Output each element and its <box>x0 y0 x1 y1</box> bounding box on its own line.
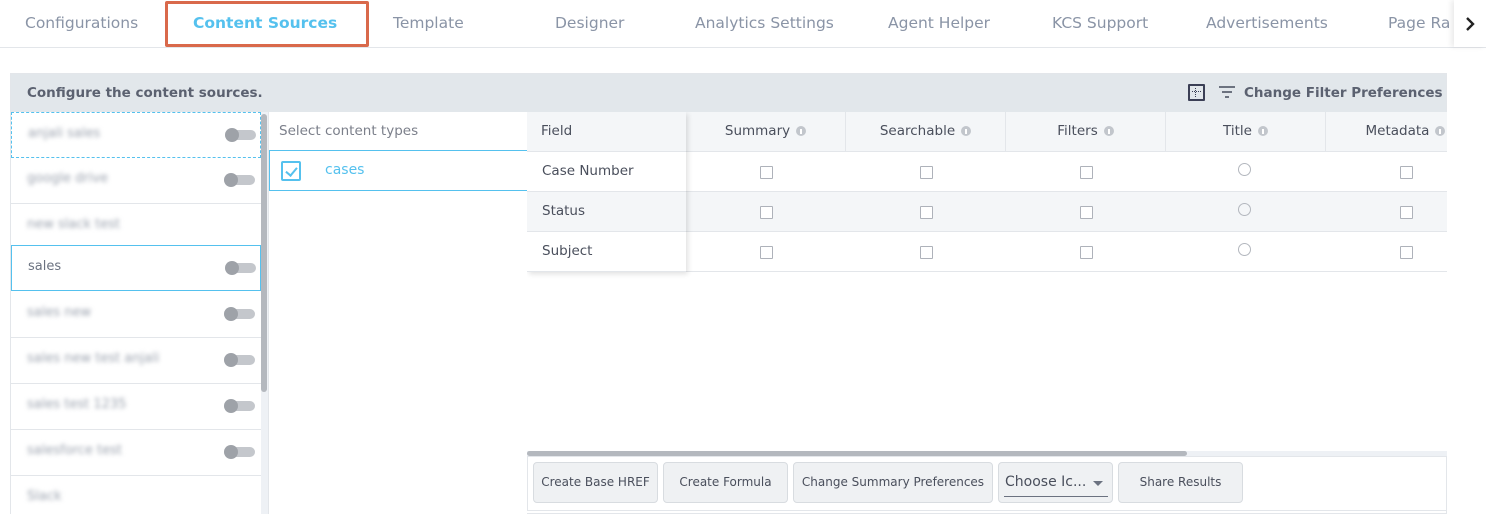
info-icon[interactable] <box>961 126 972 136</box>
field-name-column: Field Case Number Status Subject <box>527 112 686 272</box>
column-header-field: Field <box>527 112 686 152</box>
source-list-scrollbar-thumb[interactable] <box>261 114 267 392</box>
active-tab-highlight <box>165 1 369 47</box>
top-tab-bar: Configurations Content Sources Template … <box>0 0 1486 48</box>
column-header-searchable: Searchable <box>846 112 1006 152</box>
change-filter-preferences-button[interactable]: Change Filter Preferences <box>1244 74 1443 112</box>
filters-checkbox[interactable] <box>1080 206 1093 219</box>
source-toggle[interactable] <box>225 261 256 275</box>
column-label: Searchable <box>879 123 956 139</box>
choose-icon-value: Choose Ic... <box>1005 474 1087 490</box>
content-source-list: anjali sales google drive new slack test… <box>11 112 261 514</box>
panel-header: Configure the content sources. Change Fi… <box>11 74 1446 112</box>
source-toggle[interactable] <box>224 353 255 367</box>
tab-configurations[interactable]: Configurations <box>25 0 138 47</box>
panel-title: Configure the content sources. <box>27 85 263 101</box>
source-name: Slack <box>27 489 62 504</box>
field-name-cell: Status <box>527 192 686 232</box>
source-name: salesforce test <box>27 443 122 458</box>
source-item[interactable]: sales new <box>11 292 261 338</box>
select-underline <box>1004 496 1108 497</box>
field-name-cell: Case Number <box>527 152 686 192</box>
source-item[interactable]: anjali sales <box>11 112 261 158</box>
source-name: sales test 1235 <box>27 397 127 412</box>
source-name: sales new <box>27 305 92 320</box>
choose-icon-select[interactable]: Choose Ic... <box>998 462 1113 503</box>
info-icon[interactable] <box>796 126 807 136</box>
tab-template[interactable]: Template <box>393 0 464 47</box>
source-toggle[interactable] <box>224 173 255 187</box>
info-icon[interactable] <box>1257 126 1268 136</box>
source-toggle[interactable] <box>224 445 255 459</box>
create-formula-button[interactable]: Create Formula <box>663 462 788 503</box>
chevron-right-icon <box>1466 16 1475 31</box>
title-radio[interactable] <box>1238 163 1251 176</box>
field-name-cell: Subject <box>527 232 686 272</box>
source-item[interactable]: sales new test anjali <box>11 338 261 384</box>
column-label: Metadata <box>1365 123 1430 139</box>
content-type-label: cases <box>325 162 365 178</box>
title-radio[interactable] <box>1238 243 1251 256</box>
source-toggle[interactable] <box>224 399 255 413</box>
tab-scroll-next-button[interactable] <box>1454 0 1486 47</box>
caret-down-icon <box>1093 481 1103 486</box>
fields-table: Summary Searchable Filters Title Metadat… <box>527 112 1447 454</box>
column-header-summary: Summary <box>686 112 846 152</box>
column-header-metadata: Metadata <box>1326 112 1447 152</box>
filters-checkbox[interactable] <box>1080 166 1093 179</box>
source-item[interactable]: google drive <box>11 158 261 204</box>
title-radio[interactable] <box>1238 203 1251 216</box>
summary-checkbox[interactable] <box>760 206 773 219</box>
tab-designer[interactable]: Designer <box>555 0 624 47</box>
column-label: Summary <box>724 123 791 139</box>
source-item[interactable]: salesforce test <box>11 430 261 476</box>
source-item-selected[interactable]: sales <box>11 245 261 291</box>
searchable-checkbox[interactable] <box>920 166 933 179</box>
metadata-checkbox[interactable] <box>1400 246 1413 259</box>
source-toggle[interactable] <box>224 307 255 321</box>
filter-icon[interactable] <box>1218 85 1236 99</box>
tab-kcs-support[interactable]: KCS Support <box>1052 0 1148 47</box>
column-label: Filters <box>1057 123 1098 139</box>
table-actions-toolbar: Create Base HREF Create Formula Change S… <box>527 456 1447 511</box>
filters-checkbox[interactable] <box>1080 246 1093 259</box>
create-base-href-button[interactable]: Create Base HREF <box>533 462 658 503</box>
source-name: anjali sales <box>28 126 101 141</box>
tab-analytics-settings[interactable]: Analytics Settings <box>695 0 834 47</box>
searchable-checkbox[interactable] <box>920 246 933 259</box>
metadata-checkbox[interactable] <box>1400 206 1413 219</box>
summary-checkbox[interactable] <box>760 166 773 179</box>
content-types-panel: Select content types cases <box>268 112 528 514</box>
source-name: sales <box>28 259 62 274</box>
source-name: google drive <box>27 171 109 186</box>
column-header-title: Title <box>1166 112 1326 152</box>
content-sources-panel: Configure the content sources. Change Fi… <box>10 73 1447 514</box>
change-summary-preferences-button[interactable]: Change Summary Preferences <box>793 462 993 503</box>
info-icon[interactable] <box>1103 126 1114 136</box>
searchable-checkbox[interactable] <box>920 206 933 219</box>
summary-checkbox[interactable] <box>760 246 773 259</box>
metadata-checkbox[interactable] <box>1400 166 1413 179</box>
content-type-item[interactable]: cases <box>269 150 528 191</box>
grid-view-icon[interactable] <box>1188 84 1205 101</box>
share-results-button[interactable]: Share Results <box>1118 462 1243 503</box>
column-label: Title <box>1223 123 1252 139</box>
content-type-checkbox[interactable] <box>281 161 301 181</box>
tab-agent-helper[interactable]: Agent Helper <box>888 0 990 47</box>
source-item[interactable]: Slack <box>11 476 261 514</box>
tab-advertisements[interactable]: Advertisements <box>1206 0 1328 47</box>
source-item[interactable]: new slack test <box>11 204 261 250</box>
source-name: sales new test anjali <box>27 351 160 366</box>
info-icon[interactable] <box>1435 126 1446 136</box>
tab-page-ratings[interactable]: Page Ra <box>1388 0 1450 47</box>
column-header-filters: Filters <box>1006 112 1166 152</box>
content-types-title: Select content types <box>279 123 419 139</box>
source-name: new slack test <box>27 217 121 232</box>
source-toggle[interactable] <box>225 128 256 142</box>
source-item[interactable]: sales test 1235 <box>11 384 261 430</box>
